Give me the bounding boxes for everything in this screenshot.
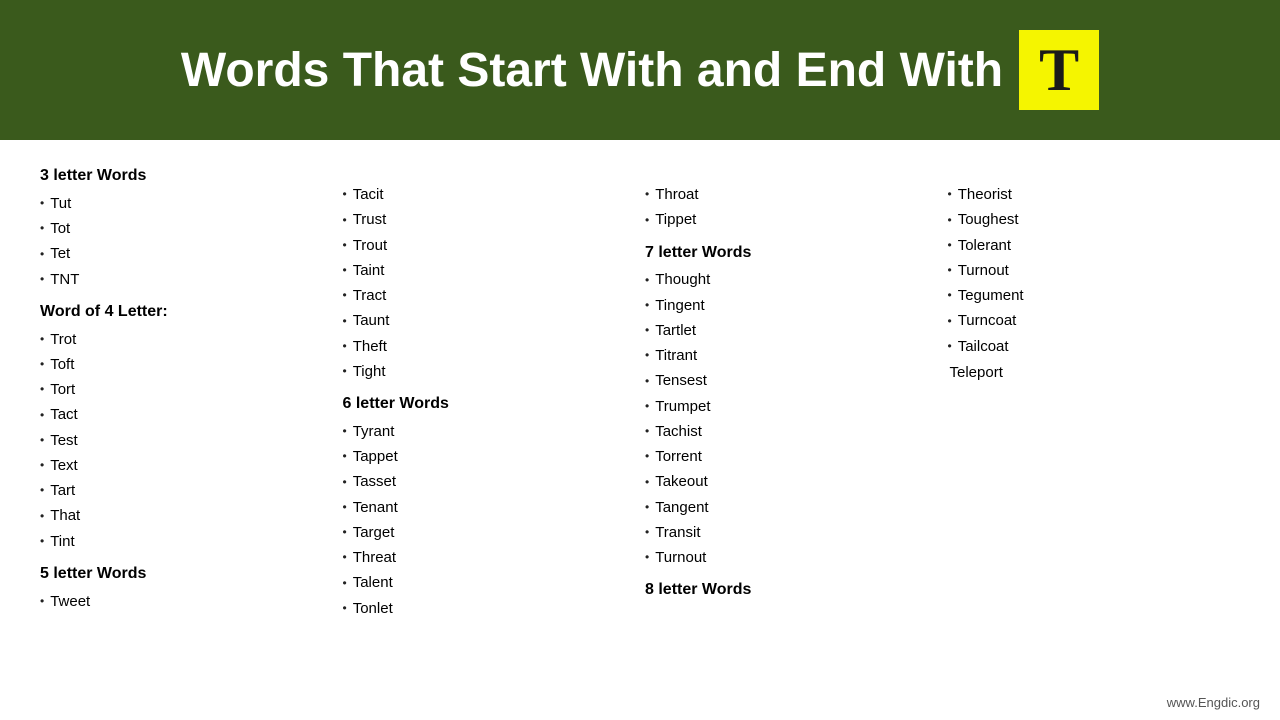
list-item: Toughest (948, 207, 1241, 232)
list-3letter: Tut Tot Tet TNT (40, 191, 333, 292)
list-4letter: Trot Toft Tort Tact Test Text Tart That … (40, 327, 333, 554)
heading-3letter: 3 letter Words (40, 164, 333, 189)
list-item: Transit (645, 520, 938, 545)
column-1: 3 letter Words Tut Tot Tet TNT Word of 4… (40, 156, 333, 621)
header-t-icon: T (1019, 30, 1099, 110)
list-item: Tegument (948, 283, 1241, 308)
heading-8letter: 8 letter Words (645, 578, 938, 603)
list-item: Tappet (343, 444, 636, 469)
list-col3-top: Throat Tippet (645, 182, 938, 233)
list-7letter: Thought Tingent Tartlet Titrant Tensest … (645, 267, 938, 570)
standalone-teleport: Teleport (948, 361, 1241, 384)
list-item: Theorist (948, 182, 1241, 207)
list-item: Tailcoat (948, 334, 1241, 359)
list-item: Tippet (645, 207, 938, 232)
list-item: Trout (343, 233, 636, 258)
content-area: 3 letter Words Tut Tot Tet TNT Word of 4… (0, 140, 1280, 631)
list-item: Tangent (645, 495, 938, 520)
list-item: Trot (40, 327, 333, 352)
column-3: Throat Tippet 7 letter Words Thought Tin… (645, 156, 938, 621)
list-5letter: Tweet (40, 589, 333, 614)
list-item: Thought (645, 267, 938, 292)
list-item: Target (343, 520, 636, 545)
list-item: Tint (40, 529, 333, 554)
heading-4letter: Word of 4 Letter: (40, 300, 333, 325)
list-item: Tut (40, 191, 333, 216)
heading-5letter: 5 letter Words (40, 562, 333, 587)
column-4: Theorist Toughest Tolerant Turnout Tegum… (948, 156, 1241, 621)
list-item: Takeout (645, 469, 938, 494)
list-item: Taunt (343, 308, 636, 333)
list-item: Trust (343, 207, 636, 232)
header-title-text: Words That Start With and End With (181, 43, 1003, 98)
list-item: Tart (40, 478, 333, 503)
header-title: Words That Start With and End With T (181, 30, 1099, 110)
list-item: Toft (40, 352, 333, 377)
list-item: Trumpet (645, 394, 938, 419)
list-item: Test (40, 428, 333, 453)
list-item: Throat (645, 182, 938, 207)
list-item: Tot (40, 216, 333, 241)
list-item: Turnout (645, 545, 938, 570)
page-header: Words That Start With and End With T (0, 0, 1280, 140)
list-6letter: Tyrant Tappet Tasset Tenant Target Threa… (343, 419, 636, 621)
list-item: Tacit (343, 182, 636, 207)
list-col4: Theorist Toughest Tolerant Turnout Tegum… (948, 182, 1241, 359)
list-item: Tact (40, 402, 333, 427)
column-2: Tacit Trust Trout Taint Tract Taunt Thef… (343, 156, 636, 621)
list-item: Tingent (645, 293, 938, 318)
list-item: Turncoat (948, 308, 1241, 333)
list-item: Torrent (645, 444, 938, 469)
list-item: Tolerant (948, 233, 1241, 258)
list-item: Tachist (645, 419, 938, 444)
heading-6letter: 6 letter Words (343, 392, 636, 417)
list-item: Talent (343, 570, 636, 595)
list-item: Tonlet (343, 596, 636, 621)
list-item: Text (40, 453, 333, 478)
list-item: Turnout (948, 258, 1241, 283)
list-item: That (40, 503, 333, 528)
list-item: Tensest (645, 368, 938, 393)
list-item: Titrant (645, 343, 938, 368)
list-item: TNT (40, 267, 333, 292)
list-item: Tenant (343, 495, 636, 520)
heading-7letter: 7 letter Words (645, 241, 938, 266)
list-item: Tartlet (645, 318, 938, 343)
list-item: Taint (343, 258, 636, 283)
list-item: Tweet (40, 589, 333, 614)
list-item: Tasset (343, 469, 636, 494)
list-col2-top: Tacit Trust Trout Taint Tract Taunt Thef… (343, 182, 636, 384)
list-item: Theft (343, 334, 636, 359)
footer-url: www.Engdic.org (1167, 695, 1260, 710)
list-item: Tort (40, 377, 333, 402)
list-item: Tract (343, 283, 636, 308)
list-item: Tight (343, 359, 636, 384)
list-item: Tyrant (343, 419, 636, 444)
list-item: Threat (343, 545, 636, 570)
list-item: Tet (40, 241, 333, 266)
